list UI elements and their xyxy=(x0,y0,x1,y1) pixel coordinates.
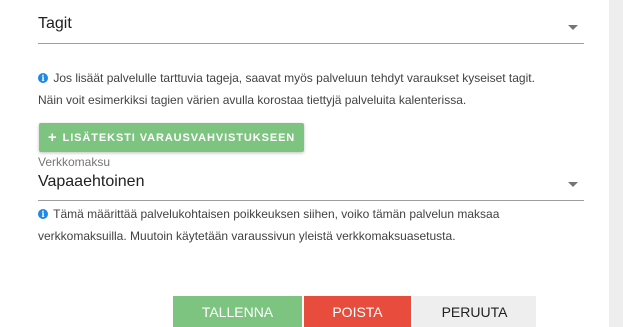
save-button[interactable]: TALLENNA xyxy=(173,296,302,327)
tags-select-value: Tagit xyxy=(38,15,72,32)
add-confirmation-text-label: LISÄTEKSTI VARAUSVAHVISTUKSEEN xyxy=(62,131,296,144)
payment-info-text: i Tämä määrittää palvelukohtaisen poikke… xyxy=(38,203,598,247)
tags-select[interactable]: Tagit xyxy=(38,15,584,44)
payment-select[interactable]: Vapaaehtoinen xyxy=(38,173,584,201)
add-confirmation-text-button[interactable]: + LISÄTEKSTI VARAUSVAHVISTUKSEEN xyxy=(39,123,304,152)
delete-button[interactable]: POISTA xyxy=(304,296,411,327)
payment-info-line-1: Tämä määrittää palvelukohtaisen poikkeuk… xyxy=(53,207,500,221)
payment-select-value: Vapaaehtoinen xyxy=(38,173,145,190)
payment-select-label: Verkkomaksu xyxy=(38,155,111,169)
tags-info-text: i Jos lisäät palvelulle tarttuvia tageja… xyxy=(38,67,598,111)
plus-icon: + xyxy=(47,129,57,146)
cancel-button[interactable]: PERUUTA xyxy=(413,296,536,327)
chevron-down-icon xyxy=(568,25,578,30)
info-icon: i xyxy=(38,209,48,219)
chevron-down-icon xyxy=(568,182,578,187)
payment-info-line-2: verkkomaksuilla. Muutoin käytetään varau… xyxy=(38,229,456,243)
info-icon: i xyxy=(38,73,48,83)
tags-info-line-1: Jos lisäät palvelulle tarttuvia tageja, … xyxy=(53,71,535,85)
service-form-card: Tagit i Jos lisäät palvelulle tarttuvia … xyxy=(0,0,609,327)
tags-info-line-2: Näin voit esimerkiksi tagien värien avul… xyxy=(38,93,467,107)
